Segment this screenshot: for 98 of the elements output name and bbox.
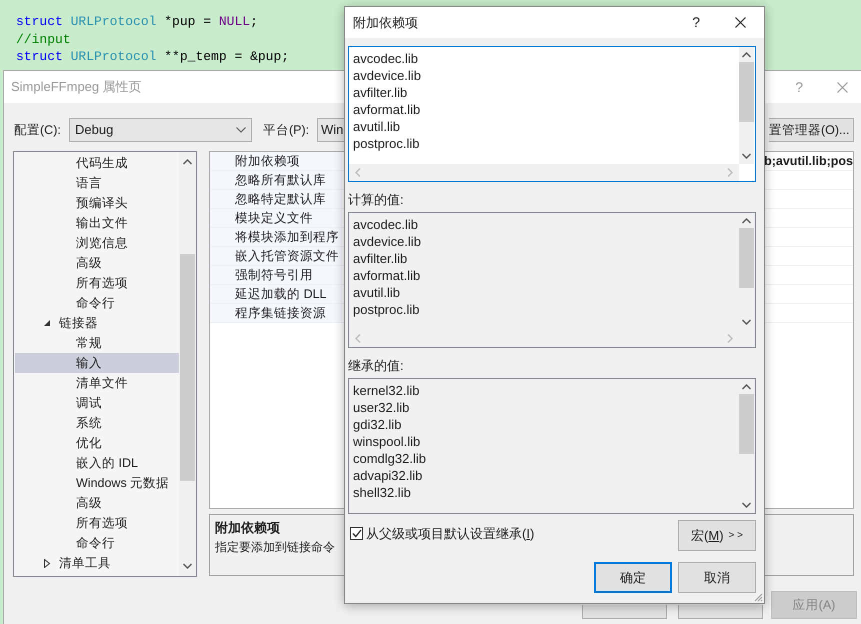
checkbox-label[interactable]: 从父级或项目默认设置继承(I) [366, 524, 534, 544]
chevron-up-icon [742, 384, 751, 390]
list-item: avutil.lib [353, 284, 401, 301]
scrollbar-thumb[interactable] [180, 254, 196, 481]
list-item: avcodec.lib [353, 50, 420, 67]
section-label: 计算的值: [348, 191, 405, 208]
list-item: avcodec.lib [353, 216, 420, 233]
list-item: avdevice.lib [353, 67, 422, 84]
list-item: comdlg32.lib [353, 450, 427, 467]
checkbox[interactable] [350, 527, 363, 540]
dialog-button[interactable] [678, 605, 763, 619]
code-line: struct URLProtocol *pup = NULL; [16, 13, 259, 30]
list-item: avfilter.lib [353, 250, 408, 267]
property-name[interactable]: 嵌入托管资源文件 [210, 247, 342, 265]
tree-item[interactable]: 命令行 [15, 533, 180, 553]
tree-item[interactable]: 浏览信息 [15, 233, 180, 253]
tree-item[interactable]: 输入 [15, 353, 180, 373]
scrollbar[interactable] [739, 47, 754, 164]
resize-grip-icon[interactable] [753, 592, 763, 602]
chevron-right-icon [727, 168, 733, 177]
chevron-down-icon [742, 319, 751, 325]
dialog-button[interactable] [582, 605, 667, 619]
expanded-triangle-icon[interactable] [43, 318, 51, 328]
list-item: avformat.lib [353, 101, 422, 118]
code-line: //input [16, 30, 72, 48]
chevron-down-icon [183, 563, 192, 569]
configuration-dropdown[interactable]: Debug [69, 118, 252, 142]
tree-item[interactable]: 所有选项 [15, 273, 180, 293]
list-item: advapi32.lib [353, 467, 424, 484]
chevron-right-icon [727, 334, 733, 343]
list-item: shell32.lib [353, 484, 412, 501]
tree-item[interactable]: 嵌入的 IDL [15, 453, 180, 473]
tree-item[interactable]: 所有选项 [15, 513, 180, 533]
scrollbar[interactable] [179, 152, 196, 576]
tree-item[interactable]: 命令行 [15, 293, 180, 313]
chevron-down-icon [742, 502, 751, 508]
list-item: postproc.lib [353, 301, 420, 318]
chevron-up-icon [183, 159, 192, 165]
list-item: kernel32.lib [353, 382, 420, 399]
field-label: 配置(C): [14, 122, 62, 139]
macros-button[interactable]: 宏(M) > > [678, 520, 756, 551]
list-item: avutil.lib [353, 118, 401, 135]
description-text: 指定要添加到链接命令 [215, 538, 336, 556]
property-name[interactable]: 附加依赖项 [210, 152, 342, 170]
window-title: SimpleFFmpeg 属性页 [11, 78, 142, 96]
chevron-left-icon [355, 334, 361, 343]
tree-item[interactable]: 输出文件 [15, 213, 180, 233]
close-icon[interactable] [735, 17, 746, 28]
text-area[interactable]: avcodec.lib avdevice.lib avfilter.lib avformat.lib avutil.lib postproc.lib [348, 46, 756, 182]
description-title: 附加依赖项 [215, 519, 280, 537]
tree-item[interactable]: 高级 [15, 253, 180, 273]
property-name[interactable]: 忽略特定默认库 [210, 190, 342, 208]
list-item: avdevice.lib [353, 233, 422, 250]
tree-item[interactable]: 语言 [15, 173, 180, 193]
chevron-up-icon [742, 218, 751, 224]
configuration-manager-button[interactable]: 置管理器(O)... [769, 118, 854, 142]
property-name[interactable]: 忽略所有默认库 [210, 171, 342, 189]
ok-button[interactable]: 确定 [594, 562, 672, 593]
list-box[interactable]: kernel32.lib user32.lib gdi32.lib winspool.lib comdlg32.lib advapi32.lib shell32.lib [348, 378, 756, 514]
property-name[interactable]: 延迟加载的 DLL [210, 285, 342, 303]
chevron-down-icon [236, 127, 246, 133]
cancel-button[interactable]: 取消 [678, 562, 756, 593]
list-item: avfilter.lib [353, 84, 408, 101]
scrollbar-thumb[interactable] [739, 62, 754, 122]
tree-item[interactable]: 代码生成 [15, 153, 180, 173]
tree-item[interactable]: 优化 [15, 433, 180, 453]
scrollbar[interactable] [349, 164, 739, 181]
list-item: winspool.lib [353, 433, 422, 450]
tree-item[interactable]: Windows 元数据 [15, 473, 180, 493]
field-label: 平台(P): [263, 122, 310, 139]
property-name[interactable]: 将模块添加到程序 [210, 228, 342, 246]
list-item: user32.lib [353, 399, 410, 416]
list-item: postproc.lib [353, 135, 420, 152]
section-label: 继承的值: [348, 357, 405, 374]
platform-dropdown[interactable]: Win [317, 118, 344, 142]
code-line: struct URLProtocol **p_temp = &pup; [16, 48, 290, 66]
scrollbar-thumb[interactable] [739, 394, 754, 454]
scrollbar-thumb[interactable] [739, 228, 754, 288]
tree-item[interactable]: 高级 [15, 493, 180, 513]
tree-item[interactable]: 预编译头 [15, 193, 180, 213]
help-button[interactable]: ? [692, 12, 700, 33]
dialog-title: 附加依赖项 [353, 14, 418, 32]
list-item: avformat.lib [353, 267, 422, 284]
property-name[interactable]: 程序集链接资源 [210, 304, 342, 322]
tree-item[interactable]: 清单工具 [15, 553, 180, 573]
list-box[interactable]: avcodec.lib avdevice.lib avfilter.lib avformat.lib avutil.lib postproc.lib [348, 212, 756, 348]
tree-item[interactable]: 常规 [15, 333, 180, 353]
tree-item[interactable]: 链接器 [15, 313, 180, 333]
tree-item[interactable]: 调试 [15, 393, 180, 413]
tree-item[interactable]: 系统 [15, 413, 180, 433]
collapsed-triangle-icon[interactable] [43, 558, 51, 568]
chevron-up-icon [742, 52, 751, 58]
property-name[interactable]: 强制符号引用 [210, 266, 342, 284]
list-item: gdi32.lib [353, 416, 402, 433]
chevron-down-icon [742, 153, 751, 159]
property-name[interactable]: 模块定义文件 [210, 209, 342, 227]
tree-item[interactable]: 清单文件 [15, 373, 180, 393]
chevron-left-icon [355, 168, 361, 177]
